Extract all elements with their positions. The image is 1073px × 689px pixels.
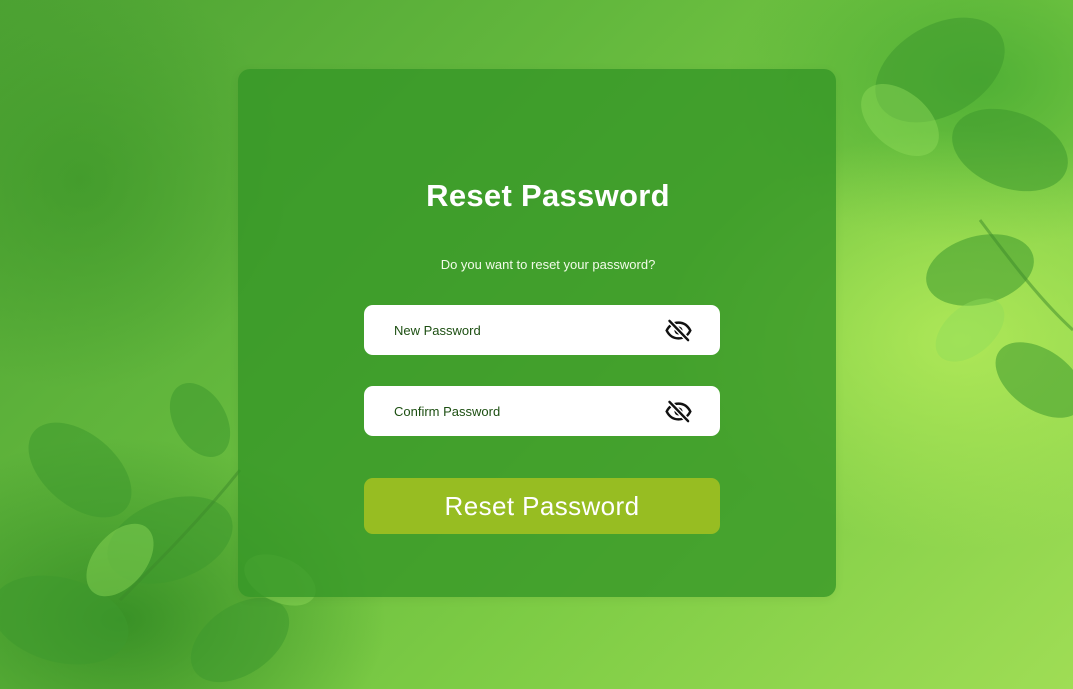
page-title: Reset Password [426,178,670,213]
eye-slash-icon[interactable] [665,317,692,344]
reset-password-button[interactable]: Reset Password [364,478,720,534]
eye-slash-icon[interactable] [665,398,692,425]
confirm-password-input[interactable] [394,386,644,436]
reset-password-card: Reset Password Do you want to reset your… [238,69,836,597]
page-subtitle: Do you want to reset your password? [440,257,656,272]
confirm-password-field [364,386,720,436]
new-password-field [364,305,720,355]
new-password-input[interactable] [394,305,644,355]
